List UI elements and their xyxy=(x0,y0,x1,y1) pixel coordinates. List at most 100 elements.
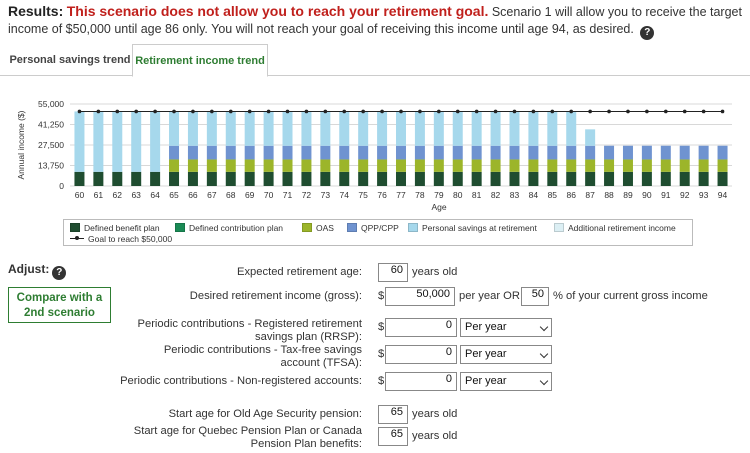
desired-income-input[interactable]: 50,000 xyxy=(385,287,455,306)
bar-segment xyxy=(112,171,123,186)
bar-segment xyxy=(566,171,577,186)
bar-segment xyxy=(320,171,331,186)
x-tick-label: 74 xyxy=(340,190,350,200)
bar-segment xyxy=(698,145,709,160)
adjust-heading: Adjust:? xyxy=(8,262,67,280)
qpp-start-age-input[interactable]: 65 xyxy=(378,427,408,446)
goal-point xyxy=(626,109,630,114)
goal-point xyxy=(228,109,233,114)
bar-segment xyxy=(339,171,350,186)
bar-segment xyxy=(301,171,312,186)
chevron-down-icon xyxy=(539,349,549,359)
bar-segment xyxy=(679,171,690,186)
bar-segment xyxy=(339,111,350,146)
x-tick-label: 77 xyxy=(396,190,406,200)
goal-point xyxy=(512,109,517,114)
y-tick-label: 27,500 xyxy=(38,140,64,150)
bar-segment xyxy=(528,145,539,160)
legend-item-personal-savings: Personal savings at retirement xyxy=(408,223,537,234)
bar-segment xyxy=(452,159,463,172)
non-registered-contribution-input[interactable]: 0 xyxy=(385,372,457,391)
bar-segment xyxy=(717,159,728,172)
help-icon[interactable]: ? xyxy=(52,266,67,280)
goal-point xyxy=(266,109,271,114)
bar-segment xyxy=(263,111,274,146)
bar-segment xyxy=(698,159,709,172)
bar-segment xyxy=(528,159,539,172)
legend-item-defined-contribution: Defined contribution plan xyxy=(175,223,283,234)
results-label: Results: xyxy=(8,3,64,19)
tab-personal-savings-trend[interactable]: Personal savings trend xyxy=(8,44,132,76)
x-axis-title: Age xyxy=(431,202,446,212)
bar-segment xyxy=(717,171,728,186)
x-tick-label: 85 xyxy=(548,190,558,200)
x-tick-label: 90 xyxy=(642,190,652,200)
tfsa-frequency-select[interactable]: Per year xyxy=(460,345,552,364)
bar-segment xyxy=(244,145,255,160)
x-tick-label: 63 xyxy=(131,190,141,200)
rrsp-frequency-select[interactable]: Per year xyxy=(460,318,552,337)
income-percent-input[interactable]: 50 xyxy=(521,287,549,306)
chart-legend: Defined benefit plan Defined contributio… xyxy=(63,219,693,246)
bar-segment xyxy=(660,145,671,160)
goal-point xyxy=(134,109,138,114)
goal-point xyxy=(607,109,611,114)
bar-segment xyxy=(206,159,217,172)
help-icon[interactable]: ? xyxy=(640,26,655,40)
non-registered-frequency-select[interactable]: Per year xyxy=(460,372,552,391)
bar-segment xyxy=(206,171,217,186)
bar-segment xyxy=(471,171,482,186)
goal-point xyxy=(493,109,498,114)
goal-point xyxy=(77,109,82,114)
x-tick-label: 80 xyxy=(453,190,463,200)
x-tick-label: 66 xyxy=(188,190,198,200)
bar-segment xyxy=(660,159,671,172)
bar-segment xyxy=(547,111,558,146)
dollar-sign: $ xyxy=(378,321,385,333)
results-message: Results: This scenario does not allow yo… xyxy=(8,3,743,40)
goal-point xyxy=(399,109,403,114)
bar-segment xyxy=(433,159,444,172)
x-tick-label: 72 xyxy=(302,190,312,200)
bar-segment xyxy=(225,145,236,160)
legend-swatch xyxy=(302,223,312,232)
bar-segment xyxy=(528,111,539,146)
bar-segment xyxy=(244,171,255,186)
bar-segment xyxy=(471,159,482,172)
x-tick-label: 64 xyxy=(150,190,160,200)
bar-segment xyxy=(301,145,312,160)
goal-point xyxy=(437,109,441,114)
tfsa-contribution-input[interactable]: 0 xyxy=(385,345,457,364)
bar-segment xyxy=(358,159,369,172)
bar-segment xyxy=(679,159,690,172)
goal-point xyxy=(588,109,592,114)
retirement-age-input[interactable]: 60 xyxy=(378,263,408,282)
chevron-down-icon xyxy=(539,322,549,332)
x-tick-label: 71 xyxy=(283,190,293,200)
bar-segment xyxy=(225,159,236,172)
rrsp-contribution-input[interactable]: 0 xyxy=(385,318,457,337)
bar-segment xyxy=(396,159,406,172)
tab-retirement-income-trend[interactable]: Retirement income trend xyxy=(132,44,268,77)
bar-segment xyxy=(641,171,652,186)
legend-swatch xyxy=(175,223,185,232)
bar-segment xyxy=(377,159,388,172)
x-tick-label: 84 xyxy=(529,190,539,200)
bar-segment xyxy=(282,111,293,146)
bar-segment xyxy=(622,145,633,160)
x-tick-label: 82 xyxy=(491,190,501,200)
x-tick-label: 73 xyxy=(321,190,331,200)
bar-segment xyxy=(358,111,369,146)
goal-point xyxy=(569,109,574,114)
legend-item-oas: OAS xyxy=(302,223,334,234)
bar-segment xyxy=(452,145,463,160)
desired-income-label: Desired retirement income (gross): xyxy=(189,290,362,302)
oas-start-age-input[interactable]: 65 xyxy=(378,405,408,424)
goal-point xyxy=(323,109,328,114)
bar-segment xyxy=(187,171,198,186)
goal-point xyxy=(550,109,555,114)
compare-scenario-button[interactable]: Compare with a 2nd scenario xyxy=(8,287,111,323)
x-tick-label: 88 xyxy=(604,190,614,200)
y-tick-label: 41,250 xyxy=(38,120,64,130)
bar-segment xyxy=(150,111,161,172)
